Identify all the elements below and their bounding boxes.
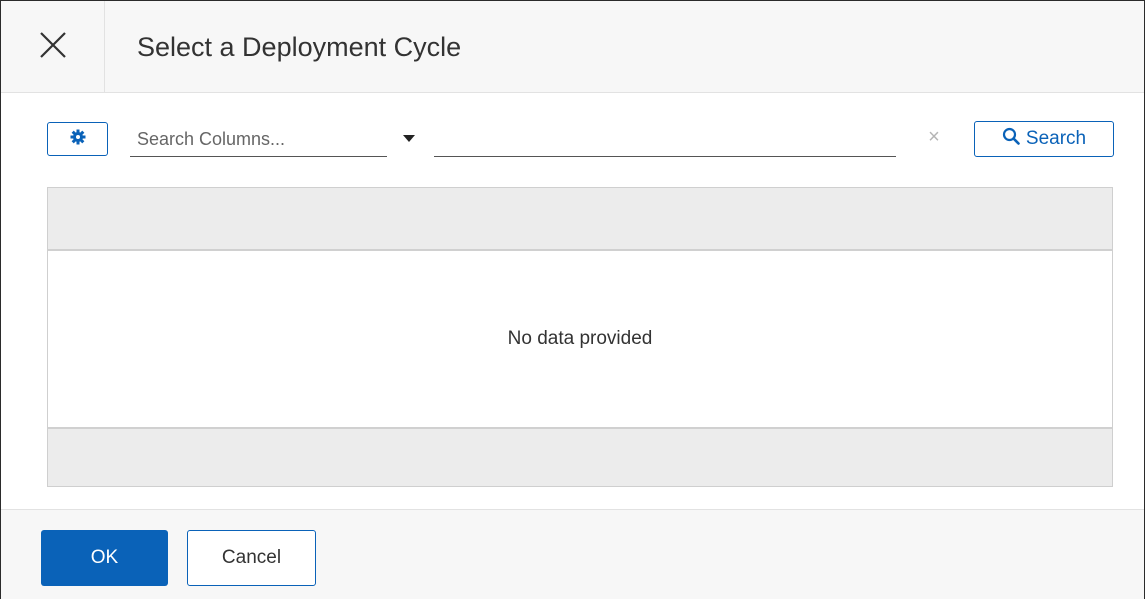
search-button[interactable]: Search (974, 121, 1114, 157)
search-icon (1002, 127, 1020, 151)
dialog-footer: OK Cancel (1, 509, 1144, 599)
caret-down-icon[interactable] (403, 135, 415, 142)
search-input[interactable] (434, 122, 896, 157)
cancel-button[interactable]: Cancel (187, 530, 316, 586)
dialog-title: Select a Deployment Cycle (137, 31, 462, 62)
table-header (48, 188, 1112, 251)
search-columns-select[interactable]: Search Columns... (130, 122, 387, 157)
clear-search-button[interactable]: × (924, 125, 944, 149)
table-body: No data provided (48, 251, 1112, 427)
results-table: No data provided (47, 187, 1113, 487)
close-button[interactable] (1, 1, 105, 93)
table-footer (48, 427, 1112, 486)
gear-icon (70, 129, 86, 150)
search-columns-placeholder: Search Columns... (137, 128, 286, 149)
search-button-label: Search (1025, 128, 1087, 149)
deployment-cycle-dialog: Select a Deployment Cycle Search Columns… (0, 0, 1145, 599)
empty-message: No data provided (507, 328, 653, 349)
dialog-header: Select a Deployment Cycle (1, 1, 1144, 93)
ok-button[interactable]: OK (41, 530, 168, 586)
close-icon (38, 30, 68, 65)
column-settings-button[interactable] (47, 122, 108, 156)
